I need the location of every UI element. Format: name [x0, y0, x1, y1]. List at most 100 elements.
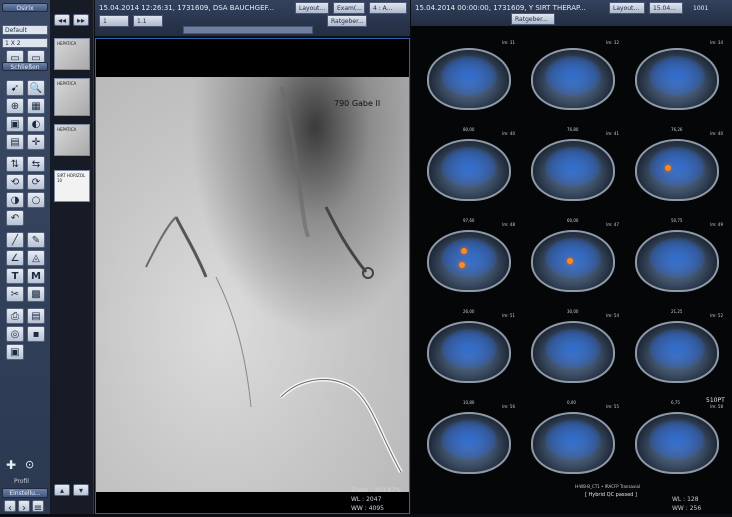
pointer-icon[interactable]: ➹ [6, 80, 24, 96]
slice-position: 50,75 [671, 218, 683, 223]
thumbnail-label: HEPATICA [57, 127, 77, 132]
left-field-1[interactable]: 1 [99, 15, 129, 27]
right-date-tab[interactable]: 15.04... [649, 2, 683, 14]
grid-icon[interactable]: ▦ [27, 98, 45, 114]
slice-number: Im: 41 [606, 131, 619, 136]
pet-slice[interactable]: Im: 40 80,00 [419, 127, 519, 211]
pencil-icon[interactable]: ✎ [27, 232, 45, 248]
left-scale-tab[interactable]: Ratgeber... [327, 15, 367, 27]
grid-select[interactable]: 1 X 2 [2, 38, 48, 48]
thumbnail-4[interactable]: SIRT HORIZOL 10 [54, 170, 90, 202]
pet-slice[interactable]: Im: 55 0,00 [523, 400, 623, 484]
cd-icon[interactable]: ◎ [6, 326, 24, 342]
angle-icon[interactable]: ∠ [6, 250, 24, 266]
delete-icon[interactable]: ▩ [27, 286, 45, 302]
text-tool-icon[interactable]: T [6, 268, 24, 284]
magnifier-icon[interactable]: ⊕ [6, 98, 24, 114]
thumbnail-label: HEPATICA [57, 81, 77, 86]
left-layout-tab[interactable]: Layout... [295, 2, 329, 14]
angiography-image [96, 77, 409, 492]
slice-position: 97,60 [463, 218, 475, 223]
left-slider[interactable] [183, 26, 313, 34]
uptake-overlay [649, 329, 705, 369]
pet-ww: WW : 256 [672, 505, 702, 512]
left-series-tab[interactable]: 4 : A... [369, 2, 407, 14]
slice-number: Im: 32 [606, 40, 619, 45]
window-level-icon[interactable]: ▤ [6, 134, 24, 150]
thumbnail-1[interactable]: HEPATICA [54, 38, 90, 70]
pet-slice[interactable]: Im: 41 76,80 [523, 127, 623, 211]
left-exam-tab[interactable]: Exam(... [333, 2, 365, 14]
slice-number: Im: 55 [606, 404, 619, 409]
search-icon[interactable]: ⊙ [25, 458, 34, 471]
slice-position: 80,00 [463, 127, 475, 132]
flip-horizontal-icon[interactable]: ⇆ [27, 156, 45, 172]
settings-button[interactable]: Einstellu... [2, 488, 48, 498]
zoom-icon[interactable]: 🔍 [27, 80, 45, 96]
uptake-overlay [545, 147, 601, 187]
crosshair-icon[interactable]: ✛ [27, 134, 45, 150]
dsa-viewport[interactable]: 790 Gabe II Zoom : 103.87% WL : 2047 WW … [95, 38, 410, 514]
uptake-overlay [441, 238, 497, 278]
thumb-prev-icon[interactable]: ◂◂ [54, 14, 70, 26]
menu-icon[interactable]: ≡ [32, 500, 44, 514]
pet-ct-grid[interactable]: Im: 31 Im: 32 Im: 34 Im: 40 80,00 Im: 41 76,80… [411, 26, 732, 514]
pet-slice[interactable]: Im: 40 76,26 [627, 127, 727, 211]
pet-slice[interactable]: Im: 48 97,60 [419, 218, 519, 302]
rotate-right-icon[interactable]: ⟳ [27, 174, 45, 190]
roi-icon[interactable]: ◬ [27, 250, 45, 266]
prev-icon[interactable]: ‹ [4, 500, 16, 514]
ruler-icon[interactable]: ╱ [6, 232, 24, 248]
pet-slice[interactable]: Im: 56 10,80 [419, 400, 519, 484]
reset-icon[interactable]: ○ [27, 192, 45, 208]
pet-slice[interactable]: Im: 51 26,00 [419, 309, 519, 393]
marker-tool-icon[interactable]: M [27, 268, 45, 284]
slice-number: Im: 31 [502, 40, 515, 45]
thumb-down-icon[interactable]: ▾ [73, 484, 89, 496]
slice-number: Im: 56 [502, 404, 515, 409]
export-icon[interactable]: ▤ [27, 308, 45, 324]
undo-icon[interactable]: ↶ [6, 210, 24, 226]
flip-vertical-icon[interactable]: ⇅ [6, 156, 24, 172]
series-thumbnails: ◂◂ ▸▸ HEPATICA HEPATICA HEPATICA SIRT HO… [51, 0, 94, 514]
preset-select[interactable]: Default [2, 25, 48, 35]
scissors-icon[interactable]: ✂ [6, 286, 24, 302]
pet-slice[interactable]: Im: 32 [523, 36, 623, 120]
rotate-left-icon[interactable]: ⟲ [6, 174, 24, 190]
save-icon[interactable]: ▪ [27, 326, 45, 342]
slice-number: Im: 40 [502, 131, 515, 136]
pet-slice[interactable]: Im: 49 50,75 [627, 218, 727, 302]
thumbnail-3[interactable]: HEPATICA [54, 124, 90, 156]
slice-position: 10,80 [463, 400, 475, 405]
add-icon[interactable]: ✚ [6, 458, 16, 472]
slice-position: 60,00 [567, 218, 579, 223]
next-icon[interactable]: › [18, 500, 30, 514]
right-layout-tab[interactable]: Layout... [609, 2, 645, 14]
thumb-next-icon[interactable]: ▸▸ [73, 14, 89, 26]
pet-qc-status: [ Hybrid QC passed ] [585, 492, 637, 498]
dsa-ww: WW : 4095 [351, 505, 384, 512]
panel-header[interactable]: Osirix [2, 3, 48, 12]
thumb-up-icon[interactable]: ▴ [54, 484, 70, 496]
print-icon[interactable]: ⎙ [6, 308, 24, 324]
close-button[interactable]: Schließen [2, 62, 48, 71]
slice-position: 76,80 [567, 127, 579, 132]
pet-slice[interactable]: Im: 34 [627, 36, 727, 120]
uptake-overlay [545, 329, 601, 369]
uptake-overlay [441, 147, 497, 187]
invert-icon[interactable]: ◑ [6, 192, 24, 208]
contrast-icon[interactable]: ◐ [27, 116, 45, 132]
pet-slice[interactable]: Im: 47 60,00 [523, 218, 623, 302]
right-scale-tab[interactable]: Ratgeber... [511, 13, 555, 25]
right-viewer-title: 15.04.2014 00:00:00, 1731609, Y SIRT THE… [415, 4, 586, 12]
pet-slice[interactable]: Im: 58 6,75 [627, 400, 727, 484]
pet-slice[interactable]: Im: 31 [419, 36, 519, 120]
thumbnail-2[interactable]: HEPATICA [54, 78, 90, 116]
pet-slice[interactable]: Im: 52 21,25 [627, 309, 727, 393]
capture-icon[interactable]: ▣ [6, 344, 24, 360]
slice-position: 6,75 [671, 400, 680, 405]
left-field-2[interactable]: 1.1 [133, 15, 163, 27]
pet-slice[interactable]: Im: 54 30,00 [523, 309, 623, 393]
uptake-overlay [545, 238, 601, 278]
pan-icon[interactable]: ▣ [6, 116, 24, 132]
